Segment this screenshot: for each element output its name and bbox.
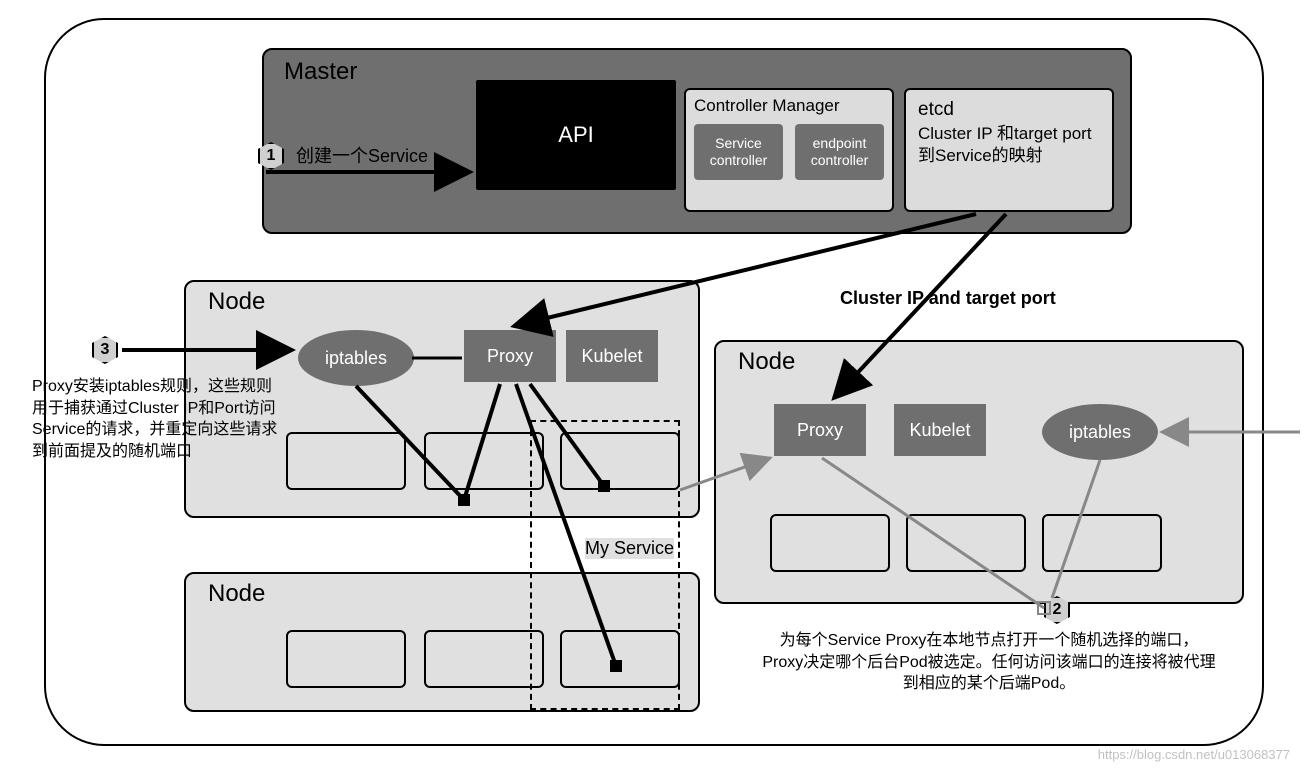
cluster-ip-target-port-label: Cluster IP and target port <box>840 288 1056 309</box>
endpoint-controller: endpoint controller <box>795 124 884 180</box>
service-controller: Service controller <box>694 124 783 180</box>
proxy-box: Proxy <box>774 404 866 456</box>
etcd-box: etcd Cluster IP 和target port 到Service的映射 <box>904 88 1114 212</box>
my-service-group: My Service <box>530 420 680 710</box>
pod-group <box>424 630 544 688</box>
watermark: https://blog.csdn.net/u013068377 <box>1098 747 1290 762</box>
api-box: API <box>476 80 676 190</box>
controller-manager-box: Controller Manager Service controller en… <box>684 88 894 212</box>
controller-manager-title: Controller Manager <box>694 96 884 116</box>
pod-group <box>1042 514 1162 572</box>
iptables-ellipse: iptables <box>298 330 414 386</box>
node-box-2: Node Proxy Kubelet iptables <box>714 340 1244 604</box>
step3-text: Proxy安装iptables规则，这些规则用于捕获通过Cluster IP和P… <box>32 376 278 462</box>
kubelet-box: Kubelet <box>894 404 986 456</box>
master-title: Master <box>284 58 357 86</box>
pod-group <box>286 630 406 688</box>
node-title: Node <box>738 348 795 376</box>
proxy-box: Proxy <box>464 330 556 382</box>
step2-text: 为每个Service Proxy在本地节点打开一个随机选择的端口，Proxy决定… <box>762 630 1216 695</box>
pod-group <box>424 432 544 490</box>
pod-group <box>906 514 1026 572</box>
kubelet-box: Kubelet <box>566 330 658 382</box>
iptables-ellipse: iptables <box>1042 404 1158 460</box>
node-title: Node <box>208 288 265 316</box>
pod-group <box>286 432 406 490</box>
master-box: Master API Controller Manager Service co… <box>262 48 1132 234</box>
my-service-label: My Service <box>585 538 674 559</box>
pod-group <box>770 514 890 572</box>
step1-text: 创建一个Service <box>296 144 428 168</box>
node-title: Node <box>208 580 265 608</box>
etcd-desc: Cluster IP 和target port 到Service的映射 <box>918 123 1100 167</box>
etcd-title: etcd <box>918 98 1100 123</box>
